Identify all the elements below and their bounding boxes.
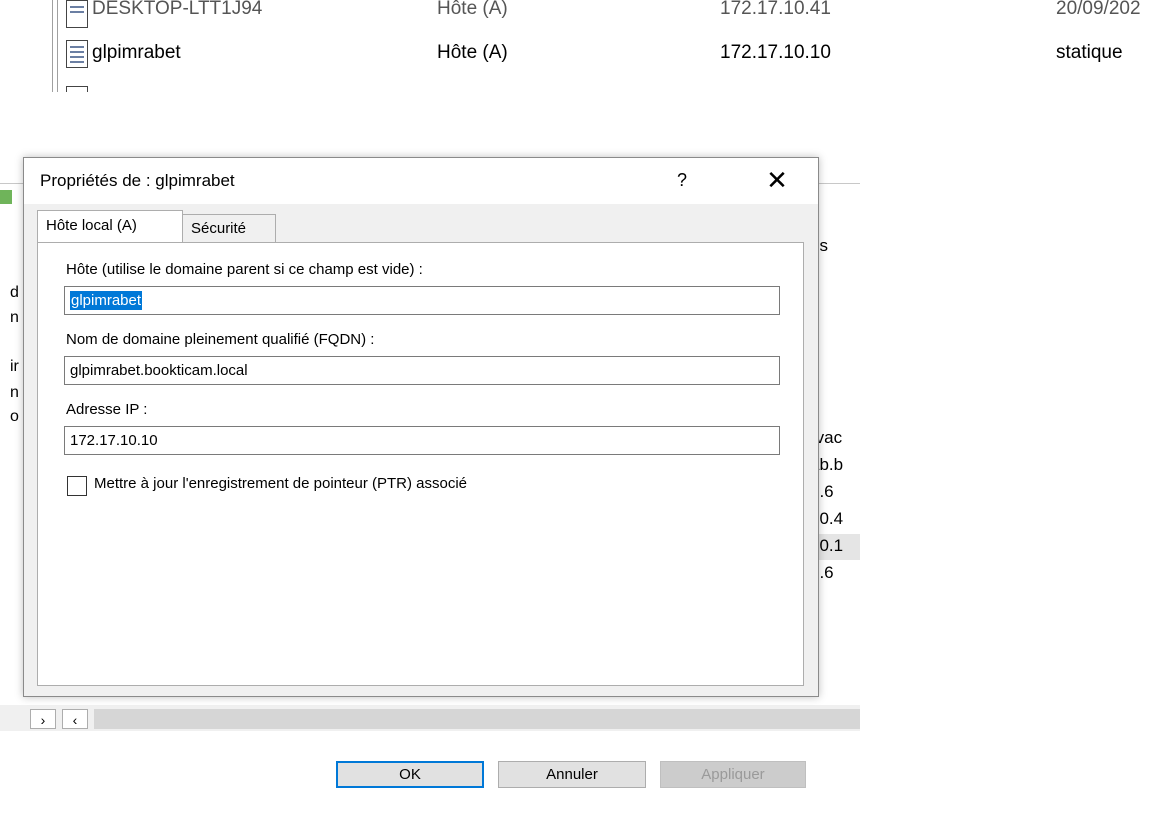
- tab-panel-host: Hôte (utilise le domaine parent si ce ch…: [37, 242, 804, 686]
- list-item[interactable]: glpimrabet Hôte (A) 172.17.10.10 statiqu…: [0, 38, 1161, 78]
- fqdn-value: glpimrabet.bookticam.local: [70, 362, 248, 379]
- host-input-value: glpimrabet: [70, 291, 143, 310]
- scroll-right-icon[interactable]: ›: [30, 709, 56, 729]
- scroll-left-icon[interactable]: ‹: [62, 709, 88, 729]
- record-icon: [66, 40, 88, 68]
- cancel-button[interactable]: Annuler: [498, 761, 646, 788]
- record-name: glpimrabet: [92, 42, 181, 63]
- dialog-title: Propriétés de : glpimrabet: [40, 171, 235, 190]
- fqdn-field: glpimrabet.bookticam.local: [64, 356, 780, 385]
- background-text-fragment: o: [10, 408, 19, 425]
- record-ip: 172.17.10.41: [720, 0, 831, 19]
- record-type: Hôte (A): [437, 0, 508, 19]
- list-item[interactable]: [0, 84, 1161, 92]
- apply-button[interactable]: Appliquer: [660, 761, 806, 788]
- record-name: DESKTOP-LTT1J94: [92, 0, 263, 19]
- background-text-fragment: ir: [10, 358, 19, 375]
- host-input[interactable]: glpimrabet: [64, 286, 780, 315]
- background-text-fragment: n: [10, 384, 19, 401]
- record-type: Hôte (A): [437, 42, 508, 63]
- background-horizontal-scrollbar[interactable]: › ‹: [0, 705, 860, 731]
- ptr-checkbox-label[interactable]: Mettre à jour l'enregistrement de pointe…: [94, 475, 467, 492]
- scrollbar-track[interactable]: [94, 709, 860, 729]
- list-item[interactable]: DESKTOP-LTT1J94 Hôte (A) 172.17.10.41 20…: [0, 0, 1161, 28]
- background-toolbar-icon: [0, 190, 12, 204]
- tab-security[interactable]: Sécurité: [182, 214, 276, 242]
- help-icon[interactable]: ?: [654, 158, 710, 204]
- tab-host-local[interactable]: Hôte local (A): [37, 210, 183, 242]
- ptr-checkbox[interactable]: [67, 476, 87, 496]
- fqdn-label: Nom de domaine pleinement qualifié (FQDN…: [66, 331, 375, 348]
- close-icon[interactable]: ✕: [749, 158, 805, 204]
- background-text-fragment: d: [10, 284, 19, 301]
- background-record-list: DESKTOP-LTT1J94 Hôte (A) 172.17.10.41 20…: [0, 0, 1161, 92]
- ok-button[interactable]: OK: [336, 761, 484, 788]
- record-icon: [66, 86, 88, 92]
- record-timestamp: 20/09/202: [1056, 0, 1141, 19]
- dialog-titlebar[interactable]: Propriétés de : glpimrabet ? ✕: [24, 158, 818, 204]
- properties-dialog: Propriétés de : glpimrabet ? ✕ Hôte loca…: [23, 157, 819, 788]
- record-icon: [66, 0, 88, 28]
- record-timestamp: statique: [1056, 42, 1123, 63]
- host-label: Hôte (utilise le domaine parent si ce ch…: [66, 261, 423, 278]
- ip-value: 172.17.10.10: [70, 432, 158, 449]
- background-text-fragment: n: [10, 309, 19, 326]
- ip-label: Adresse IP :: [66, 401, 148, 418]
- record-ip: 172.17.10.10: [720, 42, 831, 63]
- ip-address-input[interactable]: 172.17.10.10: [64, 426, 780, 455]
